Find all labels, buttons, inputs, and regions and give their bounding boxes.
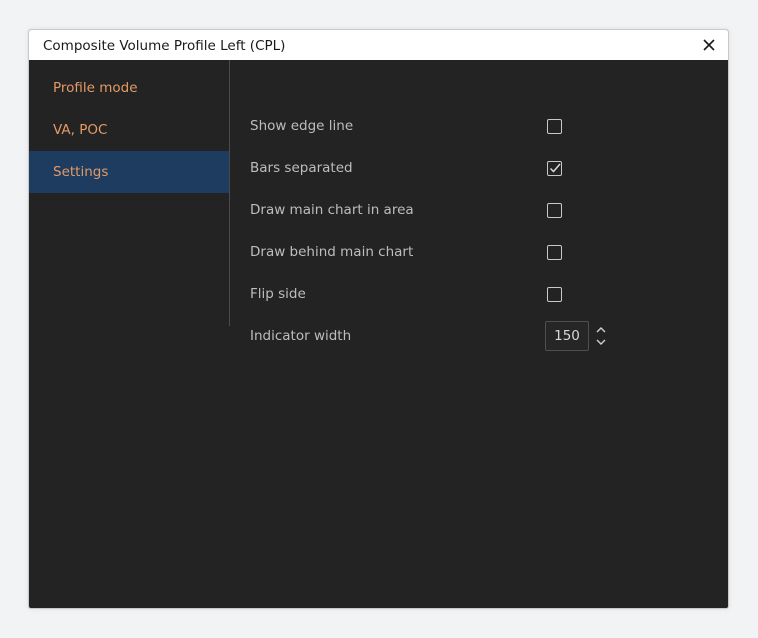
setting-label: Draw main chart in area (250, 202, 414, 218)
settings-panel: Show edge line Bars separated Draw main … (230, 60, 728, 608)
decrement-button[interactable] (594, 336, 608, 348)
increment-button[interactable] (594, 324, 608, 336)
dialog-title: Composite Volume Profile Left (CPL) (43, 38, 286, 54)
checkmark-icon (549, 163, 561, 173)
close-button[interactable] (700, 36, 718, 54)
setting-label: Bars separated (250, 160, 353, 176)
sidebar-item-va-poc[interactable]: VA, POC (29, 109, 229, 151)
settings-dialog: Composite Volume Profile Left (CPL) Prof… (28, 29, 729, 609)
sidebar: Profile mode VA, POC Settings (29, 60, 230, 326)
draw-main-chart-in-area-checkbox[interactable] (547, 203, 562, 218)
setting-row-draw-behind-main-chart: Draw behind main chart (230, 231, 710, 273)
setting-label: Flip side (250, 286, 306, 302)
sidebar-item-profile-mode[interactable]: Profile mode (29, 67, 229, 109)
title-bar: Composite Volume Profile Left (CPL) (29, 30, 728, 60)
setting-label: Show edge line (250, 118, 354, 134)
chevron-down-icon (596, 339, 606, 345)
setting-row-show-edge-line: Show edge line (230, 105, 710, 147)
setting-row-indicator-width: Indicator width 150 (230, 315, 710, 357)
flip-side-checkbox[interactable] (547, 287, 562, 302)
sidebar-item-settings[interactable]: Settings (29, 151, 229, 193)
setting-row-draw-main-chart-in-area: Draw main chart in area (230, 189, 710, 231)
indicator-width-input[interactable]: 150 (545, 321, 589, 351)
setting-row-flip-side: Flip side (230, 273, 710, 315)
setting-label: Indicator width (250, 328, 352, 344)
close-icon (703, 39, 715, 51)
bars-separated-checkbox[interactable] (547, 161, 562, 176)
show-edge-line-checkbox[interactable] (547, 119, 562, 134)
chevron-up-icon (596, 327, 606, 333)
setting-label: Draw behind main chart (250, 244, 414, 260)
setting-row-bars-separated: Bars separated (230, 147, 710, 189)
draw-behind-main-chart-checkbox[interactable] (547, 245, 562, 260)
